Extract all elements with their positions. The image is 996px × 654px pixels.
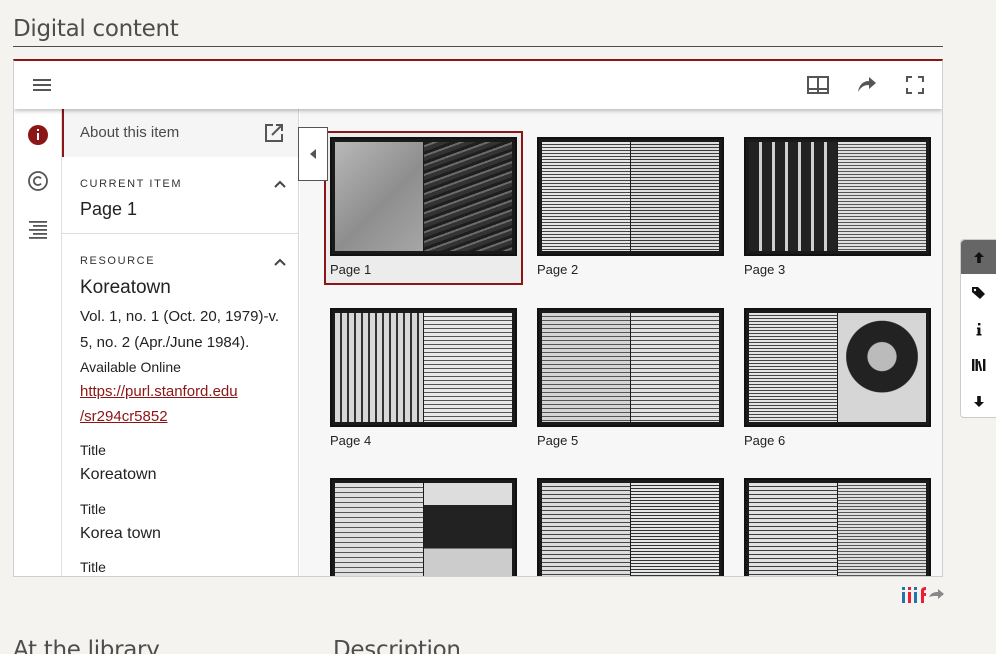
menu-icon[interactable] (30, 73, 54, 97)
purl-link-continued[interactable]: /sr294cr5852 (80, 408, 168, 425)
field-label: Title (80, 559, 106, 575)
library-icon[interactable] (961, 348, 996, 382)
mirador-viewer: About this item CURRENT ITEM Page 1 RESO… (13, 59, 943, 577)
resource-section: RESOURCE Koreatown Vol. 1, no. 1 (Oct. 2… (62, 235, 298, 576)
page-thumbnail-image (744, 137, 931, 256)
copyright-icon[interactable] (26, 169, 50, 193)
about-panel-title: About this item (80, 124, 180, 141)
field-label: Title (80, 442, 106, 458)
current-item-value: Page 1 (80, 199, 138, 219)
purl-link[interactable]: https://purl.stanford.edu (80, 383, 238, 400)
info-icon[interactable] (26, 123, 50, 147)
available-online-label: Available Online (80, 359, 181, 375)
resource-title: Koreatown (80, 277, 171, 298)
current-item-label: CURRENT ITEM (80, 178, 183, 190)
share-icon[interactable] (854, 73, 880, 97)
caret-left-icon (310, 149, 316, 159)
tags-icon[interactable] (961, 276, 996, 310)
chevron-up-icon[interactable] (273, 255, 287, 269)
page-label: Page 6 (744, 433, 786, 448)
companion-rail (14, 109, 62, 576)
fullscreen-icon[interactable] (903, 73, 927, 97)
page-label: Page 5 (537, 433, 579, 448)
book-view-icon[interactable] (805, 73, 831, 97)
page-section-nav (960, 239, 996, 418)
at-the-library-heading: At the library (13, 637, 160, 654)
open-external-icon[interactable] (263, 122, 285, 144)
field-value: Korea town (80, 525, 161, 542)
page-thumbnail-image (744, 478, 931, 576)
page-label: Page 2 (537, 262, 579, 277)
description-heading: Description (333, 637, 461, 654)
page-thumbnail-image (537, 478, 724, 576)
info-icon[interactable] (961, 312, 996, 346)
arrow-down-icon[interactable] (961, 384, 996, 418)
resource-label: RESOURCE (80, 255, 156, 267)
page-thumbnail-image (744, 308, 931, 427)
page-thumbnail-image (330, 478, 517, 576)
about-panel-header: About this item (62, 109, 298, 157)
heading-rule (13, 46, 943, 47)
field-value: Koreatown (80, 466, 157, 483)
page-thumbnail-image (330, 308, 517, 427)
viewer-toolbar (14, 61, 942, 109)
chevron-up-icon[interactable] (273, 177, 287, 191)
page-label: Page 3 (744, 262, 786, 277)
gallery-view: Page 1 Page 2 Page 3 Page 4 Page 5 Page … (300, 109, 942, 576)
page-label: Page 4 (330, 433, 372, 448)
collapse-panel-button[interactable] (298, 127, 328, 181)
arrow-up-icon[interactable] (961, 240, 996, 274)
current-item-section: CURRENT ITEM Page 1 (62, 157, 298, 234)
page-thumbnail-image (537, 137, 724, 256)
resource-dates: Vol. 1, no. 1 (Oct. 20, 1979)-v. 5, no. … (80, 308, 279, 351)
table-of-contents-icon[interactable] (26, 217, 50, 241)
digital-content-heading: Digital content (13, 16, 179, 42)
iiif-logo[interactable] (901, 585, 945, 610)
about-panel: About this item CURRENT ITEM Page 1 RESO… (62, 109, 299, 576)
page-label: Page 1 (330, 262, 372, 277)
page-thumbnail-image (537, 308, 724, 427)
field-label: Title (80, 501, 106, 517)
page-thumbnail-image (330, 137, 517, 256)
